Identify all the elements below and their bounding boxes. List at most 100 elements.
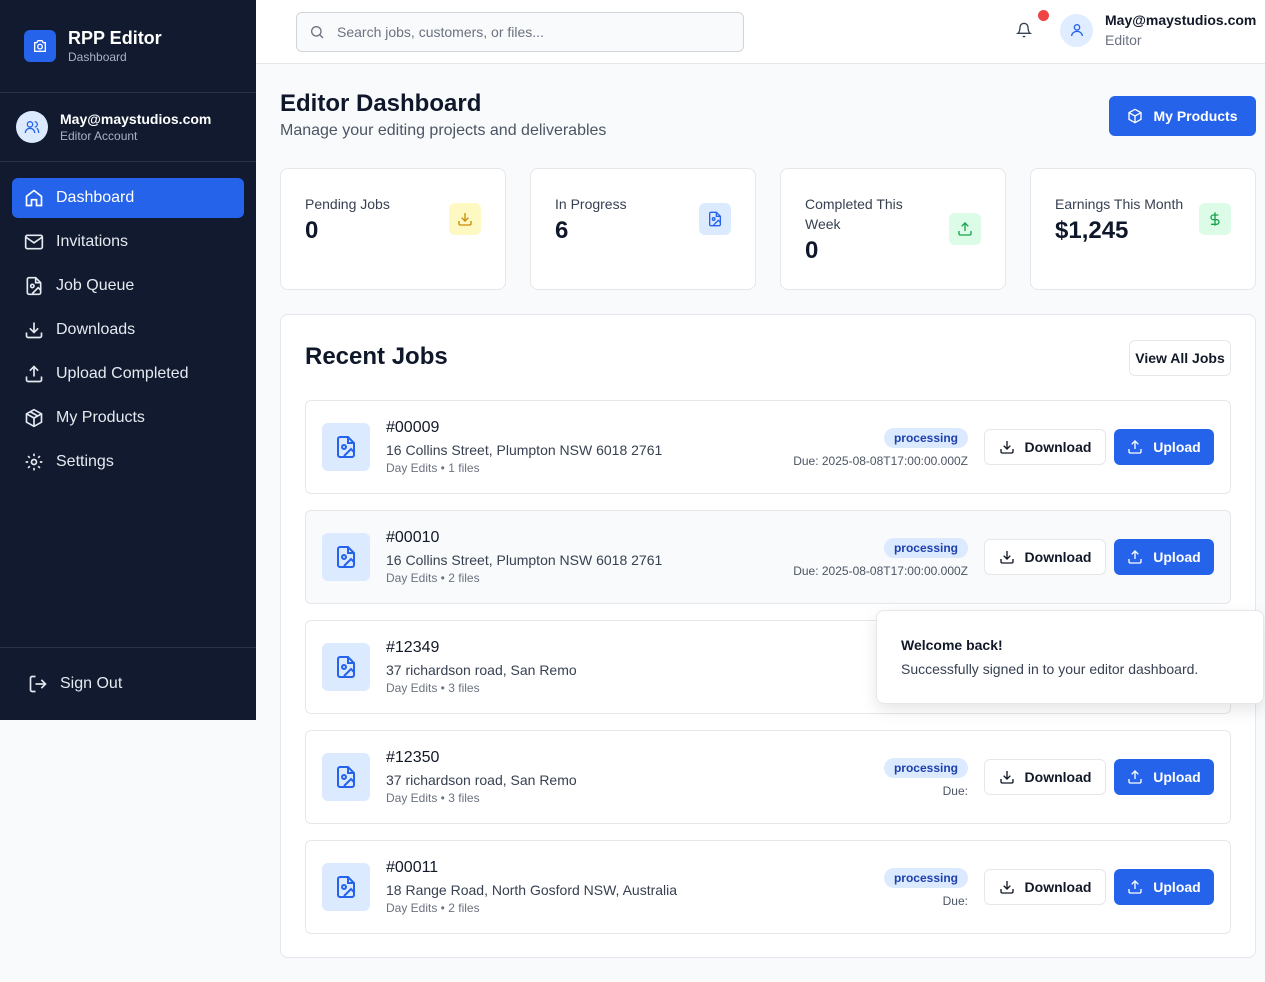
download-label: Download <box>1024 439 1092 455</box>
job-row[interactable]: #00009 16 Collins Street, Plumpton NSW 60… <box>305 400 1231 494</box>
stat-value: 0 <box>305 217 319 244</box>
upload-label: Upload <box>1153 769 1201 785</box>
stat-label: Completed This Week <box>805 196 903 232</box>
sign-out-button[interactable]: Sign Out <box>0 647 256 720</box>
file-image-icon <box>699 203 731 235</box>
users-icon <box>16 111 48 143</box>
stat-value: $1,245 <box>1055 217 1129 244</box>
upload-button[interactable]: Upload <box>1114 869 1214 905</box>
upload-label: Upload <box>1153 879 1201 895</box>
file-image-icon <box>322 863 370 911</box>
download-label: Download <box>1024 769 1092 785</box>
stat-card-pending: Pending Jobs 0 <box>280 168 506 290</box>
sidebar-item-my-products[interactable]: My Products <box>12 398 244 438</box>
download-icon <box>449 203 481 235</box>
upload-button[interactable]: Upload <box>1114 759 1214 795</box>
job-row[interactable]: #00011 18 Range Road, North Gosford NSW, … <box>305 840 1231 934</box>
toast-message: Successfully signed in to your editor da… <box>901 661 1199 677</box>
brand: RPP Editor Dashboard <box>0 0 256 93</box>
job-row[interactable]: #12350 37 richardson road, San Remo Day Ed… <box>305 730 1231 824</box>
home-icon <box>25 189 43 207</box>
job-address: 37 richardson road, San Remo <box>386 662 577 678</box>
log-out-icon <box>29 675 47 693</box>
search-box <box>296 12 744 52</box>
download-button[interactable]: Download <box>984 869 1106 905</box>
view-all-jobs-button[interactable]: View All Jobs <box>1129 340 1231 376</box>
job-meta: Day Edits • 2 files <box>386 901 480 915</box>
recent-jobs-title: Recent Jobs <box>305 343 448 370</box>
camera-icon <box>24 30 56 62</box>
my-products-label: My Products <box>1153 108 1238 124</box>
page-subtitle: Manage your editing projects and deliver… <box>280 122 607 139</box>
sidebar-item-downloads[interactable]: Downloads <box>12 310 244 350</box>
stat-label: In Progress <box>555 196 627 212</box>
upload-button[interactable]: Upload <box>1114 429 1214 465</box>
upload-label: Upload <box>1153 439 1201 455</box>
job-meta: Day Edits • 3 files <box>386 681 480 695</box>
package-icon <box>25 408 43 428</box>
bell-icon[interactable] <box>1015 22 1036 42</box>
sidebar-item-label: Invitations <box>56 233 129 250</box>
job-due: Due: 2025-08-08T17:00:00.000Z <box>793 564 968 578</box>
package-icon <box>1128 108 1143 124</box>
upload-icon <box>949 213 981 245</box>
gear-icon <box>25 453 43 471</box>
stat-label: Pending Jobs <box>305 196 390 212</box>
status-badge: processing <box>883 428 968 448</box>
download-label: Download <box>1024 879 1092 895</box>
upload-icon <box>1128 880 1142 894</box>
file-image-icon <box>322 423 370 471</box>
top-user-email: May@maystudios.com <box>1105 12 1257 28</box>
notification-dot <box>1038 10 1049 21</box>
search-input[interactable] <box>337 24 717 40</box>
job-meta: Day Edits • 1 files <box>386 461 480 475</box>
sidebar: RPP Editor Dashboard May@maystudios.com … <box>0 0 256 720</box>
sidebar-item-job-queue[interactable]: Job Queue <box>12 266 244 306</box>
download-icon <box>25 322 43 339</box>
file-image-icon <box>26 276 42 296</box>
sidebar-item-settings[interactable]: Settings <box>12 442 244 482</box>
toast-title: Welcome back! <box>901 637 1003 653</box>
job-due: Due: 2025-08-08T17:00:00.000Z <box>793 454 968 468</box>
file-image-icon <box>322 643 370 691</box>
download-button[interactable]: Download <box>984 539 1106 575</box>
stat-value: 6 <box>555 217 569 244</box>
stat-card-completed: Completed This Week 0 <box>780 168 1006 290</box>
stat-value: 0 <box>805 237 819 264</box>
download-button[interactable]: Download <box>984 429 1106 465</box>
download-icon <box>999 771 1014 784</box>
sidebar-item-upload-completed[interactable]: Upload Completed <box>12 354 244 394</box>
stat-label: Earnings This Month <box>1055 196 1184 212</box>
job-id: #00010 <box>386 529 440 546</box>
sidebar-item-label: Settings <box>56 453 114 470</box>
sign-out-label: Sign Out <box>60 675 123 692</box>
status-badge: processing <box>883 758 968 778</box>
search-icon <box>311 26 324 39</box>
sidebar-item-label: My Products <box>56 409 145 426</box>
stat-card-in-progress: In Progress 6 <box>530 168 756 290</box>
page-title: Editor Dashboard <box>280 90 482 117</box>
status-badge: processing <box>883 868 968 888</box>
mail-icon <box>24 234 44 250</box>
my-products-button[interactable]: My Products <box>1109 96 1256 136</box>
sidebar-user: May@maystudios.com Editor Account <box>0 93 256 162</box>
upload-icon <box>1128 550 1142 564</box>
file-image-icon <box>322 753 370 801</box>
job-address: 16 Collins Street, Plumpton NSW 6018 276… <box>386 552 663 568</box>
sidebar-item-dashboard[interactable]: Dashboard <box>12 178 244 218</box>
sidebar-item-label: Job Queue <box>56 277 135 294</box>
sidebar-user-role: Editor Account <box>60 129 138 143</box>
upload-icon <box>1128 770 1142 784</box>
sidebar-item-label: Upload Completed <box>56 365 189 382</box>
job-address: 18 Range Road, North Gosford NSW, Austra… <box>386 882 678 898</box>
user-menu[interactable]: May@maystudios.com Editor <box>1060 10 1256 50</box>
download-label: Download <box>1024 549 1092 565</box>
sidebar-item-invitations[interactable]: Invitations <box>12 222 244 262</box>
brand-title: RPP Editor <box>68 28 162 48</box>
upload-button[interactable]: Upload <box>1114 539 1214 575</box>
dollar-icon <box>1199 203 1231 235</box>
brand-subtitle: Dashboard <box>68 50 127 64</box>
job-row[interactable]: #00010 16 Collins Street, Plumpton NSW 60… <box>305 510 1231 604</box>
sidebar-item-label: Dashboard <box>56 189 135 206</box>
download-button[interactable]: Download <box>984 759 1106 795</box>
